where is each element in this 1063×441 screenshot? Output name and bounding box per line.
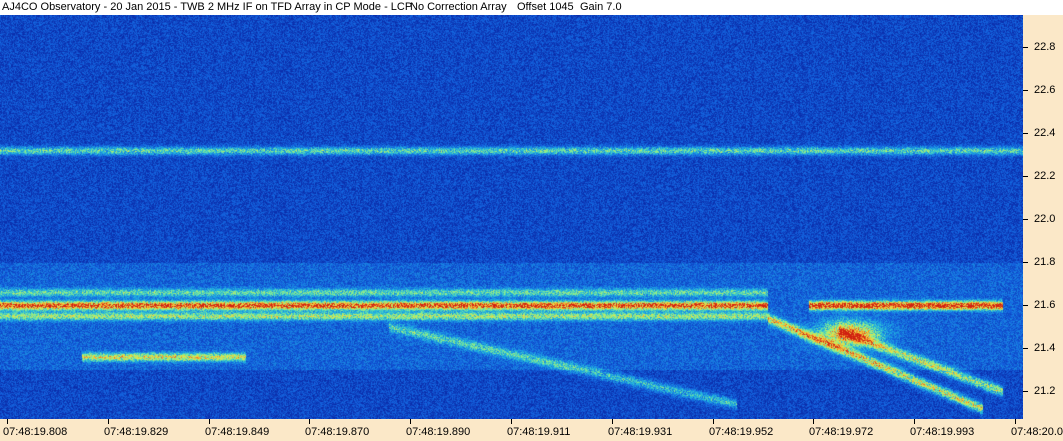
freq-tick-mark xyxy=(1023,391,1028,392)
time-tick-label: 07:48:19.993 xyxy=(910,426,974,438)
freq-tick-mark xyxy=(1023,133,1028,134)
correction-status: No Correction Array xyxy=(410,0,507,15)
time-tick-mark xyxy=(1015,419,1016,424)
freq-tick-label: 22.8 xyxy=(1034,41,1055,53)
time-tick-mark xyxy=(309,419,310,424)
freq-tick-mark xyxy=(1023,47,1028,48)
time-tick-mark xyxy=(914,419,915,424)
spectrogram-heatmap[interactable] xyxy=(0,15,1023,419)
freq-tick-mark xyxy=(1023,176,1028,177)
freq-tick-label: 21.2 xyxy=(1034,385,1055,397)
freq-tick-mark xyxy=(1023,219,1028,220)
freq-tick-label: 22.6 xyxy=(1034,84,1055,96)
title-text: AJ4CO Observatory - 20 Jan 2015 - TWB 2 … xyxy=(2,0,412,15)
time-tick-label: 07:48:19.870 xyxy=(305,426,369,438)
freq-tick-label: 21.8 xyxy=(1034,256,1055,268)
time-tick-label: 07:48:19.808 xyxy=(3,426,67,438)
freq-tick-label: 22.4 xyxy=(1034,127,1055,139)
offset-readout: Offset 1045 xyxy=(517,0,574,15)
time-tick-label: 07:48:19.952 xyxy=(709,426,773,438)
time-tick-mark xyxy=(209,419,210,424)
freq-tick-mark xyxy=(1023,262,1028,263)
time-tick-mark xyxy=(713,419,714,424)
time-axis: 07:48:19.808 07:48:19.829 07:48:19.849 07:4… xyxy=(0,419,1063,441)
time-tick-label: 07:48:19.931 xyxy=(608,426,672,438)
time-tick-mark xyxy=(410,419,411,424)
freq-tick-mark xyxy=(1023,348,1028,349)
time-tick-label: 07:48:19.890 xyxy=(406,426,470,438)
time-tick-mark xyxy=(813,419,814,424)
freq-tick-label: 22.2 xyxy=(1034,170,1055,182)
time-tick-mark xyxy=(612,419,613,424)
freq-tick-mark xyxy=(1023,305,1028,306)
time-tick-mark xyxy=(7,419,8,424)
freq-tick-mark xyxy=(1023,90,1028,91)
freq-tick-label: 21.4 xyxy=(1034,342,1055,354)
time-tick-mark xyxy=(108,419,109,424)
time-tick-mark xyxy=(511,419,512,424)
frequency-axis: 22.8 22.6 22.4 22.2 22.0 21.8 21.6 21.4 21.2 xyxy=(1023,15,1063,419)
time-tick-label: 07:48:19.829 xyxy=(104,426,168,438)
freq-tick-label: 21.6 xyxy=(1034,299,1055,311)
time-tick-label: 07:48:20.013 xyxy=(1011,426,1063,438)
title-bar: AJ4CO Observatory - 20 Jan 2015 - TWB 2 … xyxy=(0,0,1063,15)
gain-readout: Gain 7.0 xyxy=(580,0,622,15)
time-tick-label: 07:48:19.911 xyxy=(507,426,570,438)
freq-tick-label: 22.0 xyxy=(1034,213,1055,225)
time-tick-label: 07:48:19.849 xyxy=(205,426,269,438)
time-tick-label: 07:48:19.972 xyxy=(809,426,873,438)
